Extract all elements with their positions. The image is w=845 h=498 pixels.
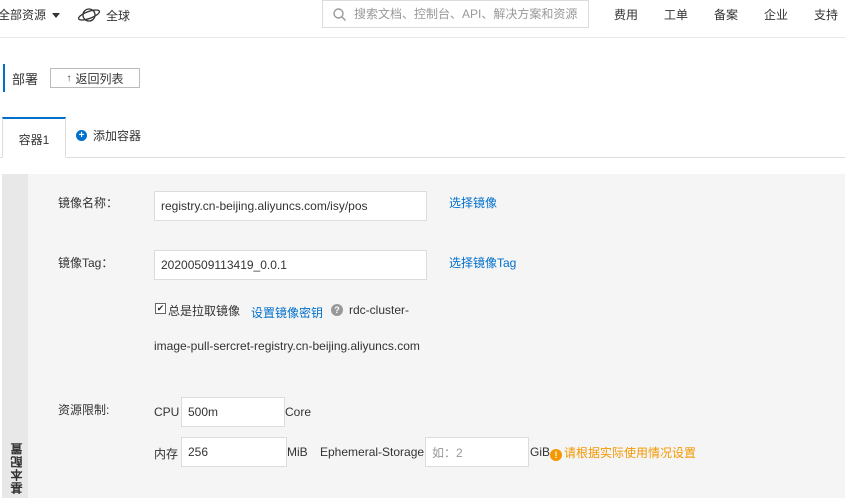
globe-icon [78, 8, 100, 22]
nav-enterprise[interactable]: 企业 [764, 0, 788, 30]
ephemeral-storage-unit: GiB [530, 445, 551, 459]
image-tag-field[interactable]: 20200509113419_0.0.1 [154, 250, 427, 280]
add-container-label: 添加容器 [93, 129, 142, 143]
cpu-unit: Core [285, 405, 312, 419]
caret-down-icon [52, 12, 61, 18]
nav-icp-filing[interactable]: 备案 [714, 0, 738, 30]
cpu-label: CPU [154, 405, 180, 419]
resource-warning: ! 请根据实际使用情况设置 [550, 444, 696, 461]
search-input[interactable] [354, 7, 584, 21]
tab-container-1-label: 容器1 [18, 132, 50, 147]
resource-limit-label: 资源限制: [58, 403, 110, 417]
all-resources-label: 全部资源 [0, 8, 47, 22]
image-name-field[interactable]: registry.cn-beijing.aliyuncs.com/isy/pos [154, 191, 427, 221]
set-image-secret-link[interactable]: 设置镜像密钥 [251, 304, 323, 321]
plus-circle-icon: + [76, 130, 87, 141]
memory-unit: MiB [287, 445, 308, 459]
select-image-tag-link[interactable]: 选择镜像Tag [449, 254, 516, 271]
image-tag-label: 镜像Tag： [58, 256, 114, 270]
ephemeral-storage-input[interactable]: 如：2 [425, 437, 529, 467]
pull-secret-line-1: rdc-cluster- [349, 303, 410, 317]
nav-support[interactable]: 支持 [814, 0, 838, 30]
page-title: 部署 [12, 72, 39, 87]
search-box[interactable] [322, 0, 589, 28]
ephemeral-storage-label: Ephemeral-Storage [320, 445, 425, 459]
back-to-list-button[interactable]: ↑ 返回列表 [50, 68, 140, 88]
always-pull-label: 总是拉取镜像 [168, 304, 241, 318]
always-pull-checkbox[interactable]: ✔ [155, 303, 166, 314]
resource-warning-text: 请根据实际使用情况设置 [564, 446, 697, 460]
region-selector[interactable]: 全球 [78, 3, 130, 27]
top-navigation-bar: 全部资源 全球 费用 工单 备案 企业 支持 [0, 0, 845, 38]
all-resources-menu[interactable]: 全部资源 [0, 0, 61, 30]
cpu-input[interactable]: 500m [181, 397, 285, 427]
container-tabs: 容器1 + 添加容器 [0, 117, 845, 158]
image-name-label: 镜像名称： [58, 196, 119, 210]
memory-label: 内存 [154, 447, 179, 461]
memory-input[interactable]: 256 [181, 437, 287, 467]
section-side-label: 基本配置 [2, 174, 28, 498]
section-title: 基本配置 [10, 442, 24, 494]
title-accent-bar [3, 64, 5, 92]
select-image-link[interactable]: 选择镜像 [449, 194, 497, 211]
add-container-button[interactable]: + 添加容器 [76, 127, 141, 144]
basic-config-panel: 基本配置 镜像名称： registry.cn-beijing.aliyuncs.… [2, 174, 845, 498]
warning-icon: ! [550, 449, 562, 461]
tab-container-1[interactable]: 容器1 [2, 117, 66, 158]
arrow-up-icon: ↑ [66, 72, 72, 84]
pull-secret-line-2: image-pull-sercret-registry.cn-beijing.a… [154, 339, 420, 353]
back-to-list-label: 返回列表 [75, 71, 124, 86]
region-label: 全球 [106, 8, 131, 23]
nav-billing[interactable]: 费用 [614, 0, 638, 30]
nav-tickets[interactable]: 工单 [664, 0, 688, 30]
help-icon[interactable]: ? [331, 304, 343, 316]
search-icon [333, 7, 346, 21]
